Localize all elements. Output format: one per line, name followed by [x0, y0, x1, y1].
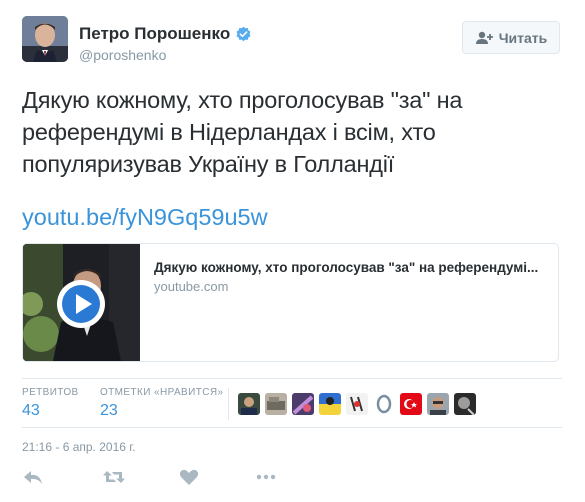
reply-icon[interactable] [22, 467, 44, 487]
retweet-icon[interactable] [102, 467, 126, 487]
retweets-count[interactable]: 43 [22, 402, 79, 420]
tweet-actions [22, 467, 562, 493]
tweet-timestamp[interactable]: 21:16 - 6 апр. 2016 г. [22, 440, 136, 454]
follow-user-icon [475, 31, 493, 44]
like-icon[interactable] [178, 467, 200, 487]
liker-avatar[interactable] [346, 393, 368, 415]
tweet-text: Дякую кожному, хто проголосував "за" на … [22, 87, 463, 177]
video-thumbnail[interactable] [23, 244, 140, 361]
play-icon[interactable] [55, 278, 107, 330]
retweets-stat[interactable]: РЕТВИТОВ 43 [22, 387, 79, 420]
card-domain: youtube.com [154, 279, 229, 294]
liker-avatar[interactable] [238, 393, 260, 415]
liker-avatar[interactable] [373, 393, 395, 415]
likers-list [238, 393, 476, 415]
avatar-photo-icon [22, 16, 68, 62]
likes-label: ОТМЕТКИ «НРАВИТСЯ» [100, 387, 224, 398]
likes-stat[interactable]: ОТМЕТКИ «НРАВИТСЯ» 23 [100, 387, 223, 420]
follow-button-label: Читать [498, 29, 548, 46]
liker-avatar[interactable] [319, 393, 341, 415]
liker-avatar[interactable] [454, 393, 476, 415]
user-name-text[interactable]: Петро Порошенко [79, 24, 230, 44]
liker-avatar[interactable] [292, 393, 314, 415]
liker-avatar[interactable] [265, 393, 287, 415]
media-card[interactable]: Дякую кожному, хто проголосував "за" на … [22, 243, 559, 362]
user-handle[interactable]: @poroshenko [79, 47, 166, 63]
tweet-link[interactable]: youtu.be/fyN9Gq59u5w [22, 204, 268, 231]
follow-button[interactable]: Читать [462, 21, 560, 54]
more-icon[interactable] [255, 467, 277, 487]
liker-avatar[interactable] [400, 393, 422, 415]
likes-count[interactable]: 23 [100, 402, 223, 420]
liker-avatar[interactable] [427, 393, 449, 415]
tweet-stats: РЕТВИТОВ 43 ОТМЕТКИ «НРАВИТСЯ» 23 [22, 378, 562, 428]
stats-divider [228, 388, 229, 420]
user-avatar[interactable] [22, 16, 68, 62]
retweets-label: РЕТВИТОВ [22, 387, 79, 398]
user-name[interactable]: Петро Порошенко [79, 24, 252, 44]
verified-badge-icon [236, 26, 251, 41]
card-title[interactable]: Дякую кожному, хто проголосував "за" на … [154, 260, 549, 275]
